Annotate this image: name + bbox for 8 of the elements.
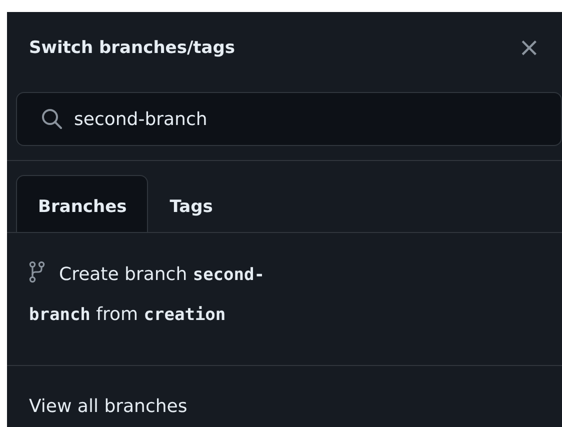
close-button[interactable]: × <box>514 35 544 61</box>
dialog-title: Switch branches/tags <box>29 38 236 58</box>
view-all-branches-link[interactable]: View all branches <box>29 396 188 417</box>
branch-icon <box>29 261 45 283</box>
search-field[interactable]: second-branch <box>16 92 562 146</box>
tab[interactable]: Branches <box>16 175 148 232</box>
tab[interactable]: Tags <box>148 175 234 232</box>
create-branch-option[interactable]: Create branch second-branch from creation <box>29 255 319 335</box>
